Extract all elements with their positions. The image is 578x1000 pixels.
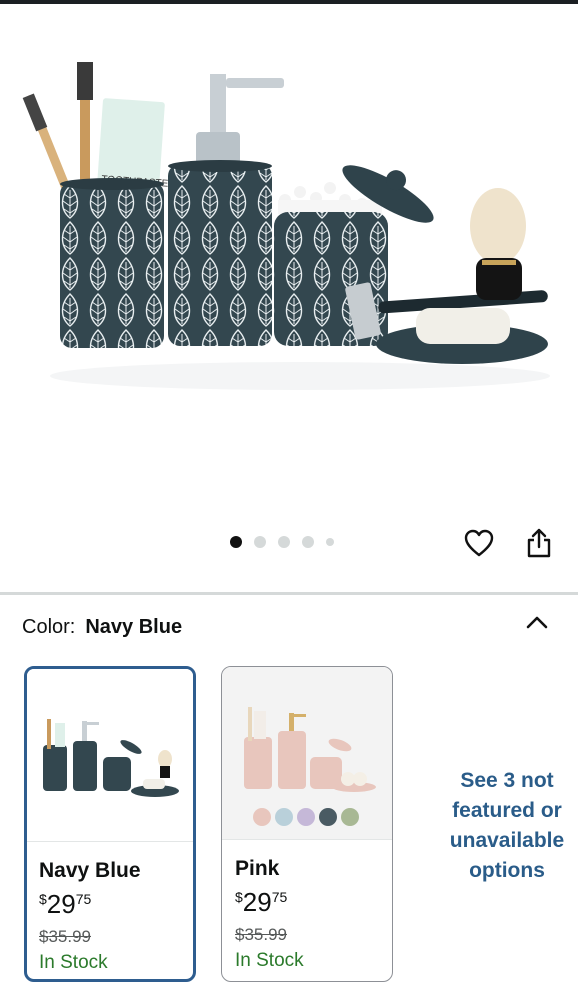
soap-dispenser [168, 164, 272, 346]
chevron-up-icon [526, 616, 548, 629]
wishlist-button[interactable] [462, 526, 496, 560]
see-more-options-link[interactable]: See 3 not featured or unavailable option… [436, 766, 578, 886]
share-button[interactable] [522, 526, 556, 560]
swatch-stock-status: In Stock [235, 950, 304, 971]
collapse-button[interactable] [522, 610, 552, 636]
soap-bar [416, 308, 510, 344]
swatch-thumbnail [27, 669, 193, 842]
swatch-stock-status: In Stock [39, 952, 108, 973]
toothbrush-right [77, 62, 93, 194]
selected-color: Navy Blue [85, 616, 183, 638]
swatch-list-price: $35.99 [235, 925, 287, 944]
pink-set-thumbnail [244, 707, 376, 826]
section-divider [0, 592, 578, 595]
swatch-name: Pink [235, 857, 280, 880]
carousel-indicator[interactable] [230, 534, 334, 550]
carousel-dot[interactable] [230, 536, 242, 548]
swatch-thumbnail [222, 667, 392, 840]
color-swatch-pink[interactable]: Pink $2975 $35.99 In Stock [221, 666, 393, 982]
color-label: Color: [22, 616, 76, 638]
carousel-dot[interactable] [326, 538, 334, 546]
navy-set-thumbnail [43, 719, 179, 797]
color-selector-header: Color: Navy Blue [22, 616, 182, 639]
color-swatch-navy-blue[interactable]: Navy Blue $2975 $35.99 In Stock [24, 666, 196, 982]
carousel-dot[interactable] [254, 536, 266, 548]
carousel-dot[interactable] [278, 536, 290, 548]
swatch-name: Navy Blue [39, 859, 141, 882]
swatch-list-price: $35.99 [39, 927, 91, 946]
carousel-dot[interactable] [302, 536, 314, 548]
shaving-brush [470, 188, 526, 300]
swatch-price: $2975 [39, 889, 92, 919]
product-photo: TOOTHPASTE [22, 62, 550, 390]
swatch-price: $2975 [235, 887, 288, 917]
share-icon [527, 528, 551, 558]
heart-icon [464, 529, 494, 557]
product-image[interactable]: TOOTHPASTE [0, 4, 578, 514]
tumbler [60, 182, 164, 348]
